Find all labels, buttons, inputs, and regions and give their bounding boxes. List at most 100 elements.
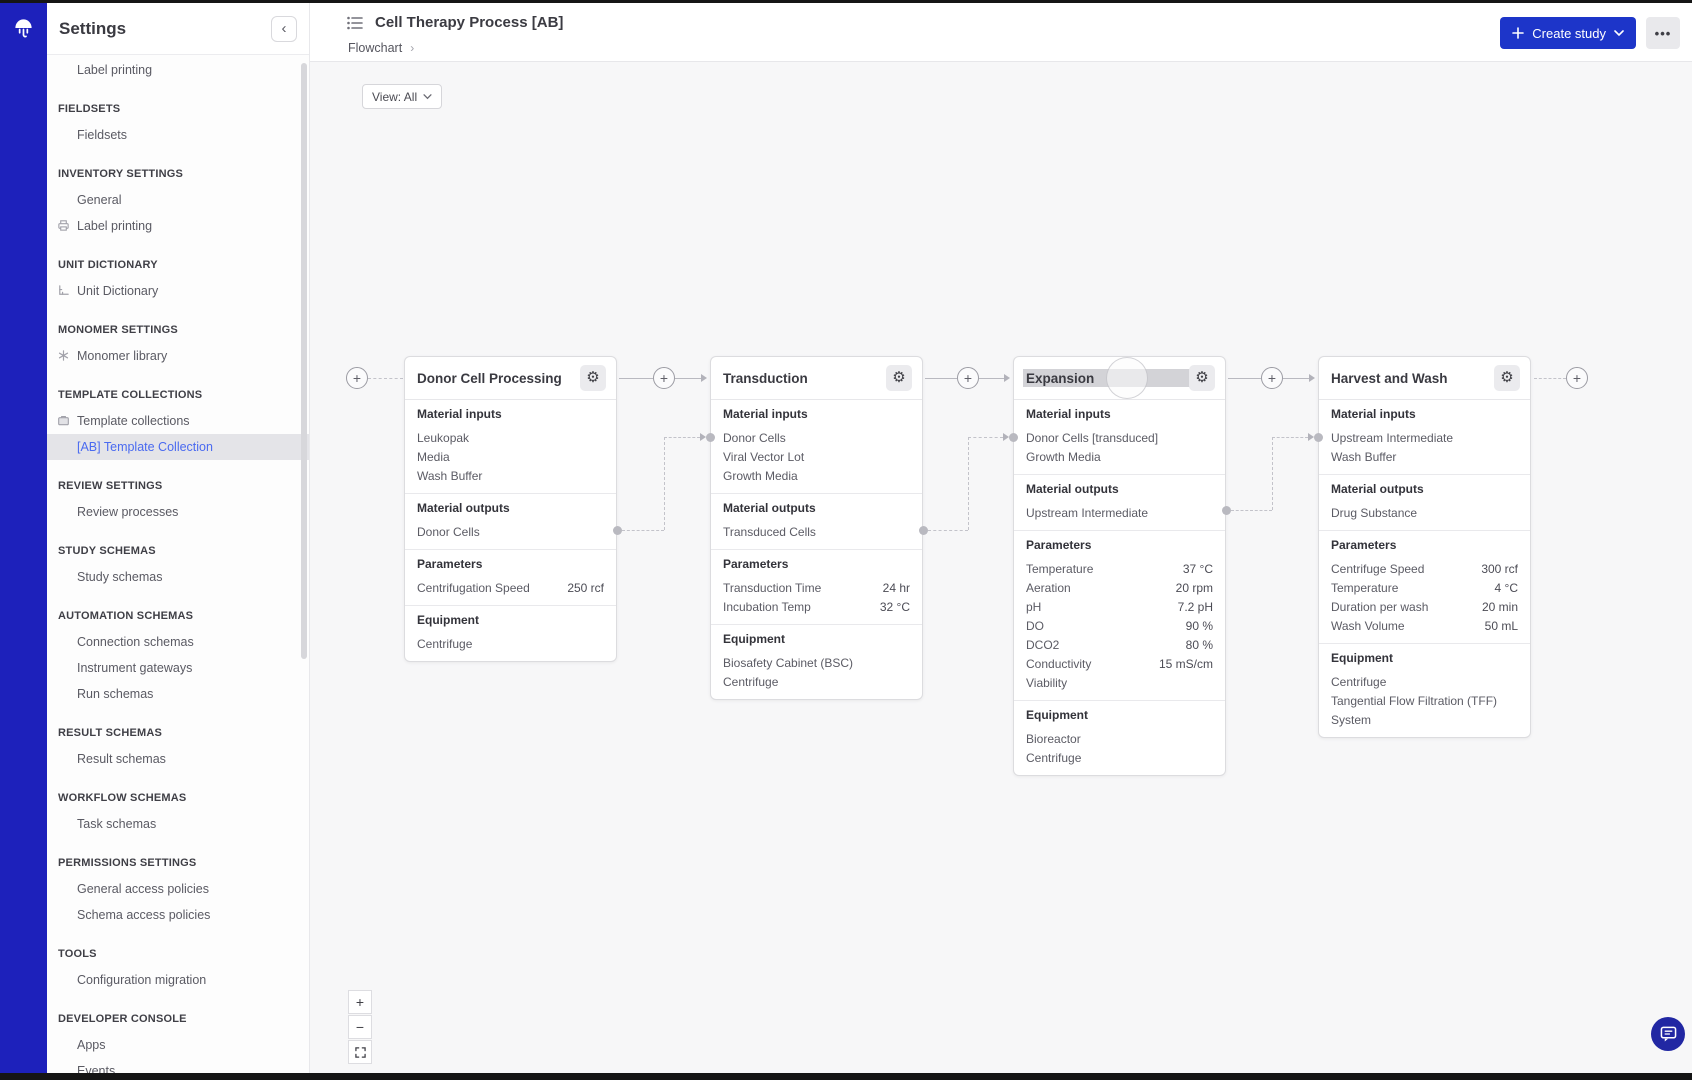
connector-line (979, 378, 1004, 379)
sidebar-item-template-collections[interactable]: Template collections (47, 408, 309, 434)
connector-dot (1221, 505, 1231, 515)
add-step-button[interactable]: + (957, 367, 979, 389)
node-title: Transduction (723, 370, 808, 386)
sidebar-item-schema-access-policies[interactable]: Schema access policies (47, 902, 309, 928)
help-chat-button[interactable] (1651, 1017, 1685, 1051)
fit-view-icon (354, 1046, 366, 1058)
sidebar-item-general[interactable]: General (47, 187, 309, 213)
node-row-viability: Viability (1026, 676, 1068, 690)
sidebar-item-review-processes[interactable]: Review processes (47, 499, 309, 525)
zoom-out-button[interactable]: − (348, 1015, 372, 1039)
node-section-parameters: Parameters Centrifuge Speed 300 rcf Tempera… (1319, 530, 1530, 643)
add-step-button[interactable]: + (653, 367, 675, 389)
node-row-temperature: Temperature 37 °C (1026, 562, 1213, 576)
node-row-drug-substance: Drug Substance (1331, 506, 1418, 520)
node-section-material-inputs: Material inputs Leukopak Media Wash Buffer (405, 400, 616, 493)
section-label: Parameters (1026, 538, 1092, 552)
connector-line (925, 378, 957, 379)
gear-icon[interactable]: ⚙ (886, 365, 912, 391)
gear-icon[interactable]: ⚙ (580, 365, 606, 391)
sidebar-group-tools: TOOLS (58, 948, 97, 960)
add-step-button[interactable]: + (1566, 367, 1588, 389)
create-study-button[interactable]: Create study (1500, 17, 1636, 49)
node-row-upstream-intermediate: Upstream Intermediate (1026, 506, 1149, 520)
sidebar-nav: Label printing FIELDSETS Fieldsets INVENTOR… (47, 55, 309, 1073)
node-row-aeration: Aeration 20 rpm (1026, 581, 1213, 595)
sidebar-item-ab-template-collection[interactable]: [AB] Template Collection (47, 434, 309, 460)
node-header: Transduction ⚙ (711, 357, 922, 399)
node-section-parameters: Parameters Temperature 37 °C Aeration 20 rpm… (1014, 530, 1225, 700)
sidebar-item-run-schemas[interactable]: Run schemas (47, 681, 309, 707)
arrowhead-icon (701, 374, 707, 382)
node-row-upstream-intermediate: Upstream Intermediate (1331, 431, 1454, 445)
node-section-parameters: Parameters Transduction Time 24 hr Incubati… (711, 549, 922, 624)
node-header: Expansion ⚙ (1014, 357, 1225, 399)
section-label: Equipment (417, 613, 479, 627)
section-label: Equipment (1331, 651, 1393, 665)
connector-line (1228, 378, 1261, 379)
connector-line (928, 530, 968, 531)
view-filter-dropdown[interactable]: View: All (362, 84, 443, 109)
sidebar-item-study-schemas[interactable]: Study schemas (47, 564, 309, 590)
sidebar-group-study-schemas: STUDY SCHEMAS (58, 545, 156, 557)
connector-line (368, 378, 403, 379)
sidebar-item-apps[interactable]: Apps (47, 1032, 309, 1058)
sidebar-item-monomer-library[interactable]: Monomer library (47, 343, 309, 369)
node-section-material-outputs: Material outputs Transduced Cells (711, 493, 922, 549)
more-options-button[interactable]: ••• (1646, 17, 1680, 49)
process-node-harvest-and-wash[interactable]: Harvest and Wash ⚙ Material inputs Upstream… (1318, 356, 1531, 738)
gear-icon[interactable]: ⚙ (1494, 365, 1520, 391)
benchling-logo-icon[interactable] (12, 17, 35, 43)
section-label: Material outputs (1026, 482, 1119, 496)
node-row-duration-per-wash: Duration per wash 20 min (1331, 600, 1518, 614)
add-step-button[interactable]: + (1261, 367, 1283, 389)
node-section-equipment: Equipment Bioreactor Centrifuge (1014, 700, 1225, 775)
sidebar-item-unit-dictionary[interactable]: Unit Dictionary (47, 278, 309, 304)
sidebar-item-label-printing[interactable]: Label printing (47, 213, 309, 239)
node-section-material-outputs: Material outputs Donor Cells (405, 493, 616, 549)
sidebar-collapse-button[interactable]: ‹ (271, 15, 297, 42)
sidebar-group-inventory-settings: INVENTORY SETTINGS (58, 168, 184, 180)
connector-line (1231, 510, 1272, 511)
node-row-media: Media (417, 450, 450, 464)
section-label: Parameters (1331, 538, 1397, 552)
add-step-button[interactable]: + (346, 367, 368, 389)
connector-line (1272, 437, 1308, 438)
node-row-dco2: DCO2 80 % (1026, 638, 1213, 652)
fit-view-button[interactable] (348, 1040, 372, 1064)
node-row-temperature: Temperature 4 °C (1331, 581, 1518, 595)
process-node-expansion[interactable]: Expansion ⚙ Material inputs Donor Cells [tr… (1013, 356, 1226, 776)
node-row-centrifuge-speed: Centrifuge Speed 300 rcf (1331, 562, 1518, 576)
sidebar-item-instrument-gateways[interactable]: Instrument gateways (47, 655, 309, 681)
sidebar-item-configuration-migration[interactable]: Configuration migration (47, 967, 309, 993)
gear-icon[interactable]: ⚙ (1189, 365, 1215, 391)
section-label: Equipment (1026, 708, 1088, 722)
process-node-donor-cell-processing[interactable]: Donor Cell Processing ⚙ Material inputs Leu… (404, 356, 617, 662)
sidebar-item-result-schemas[interactable]: Result schemas (47, 746, 309, 772)
node-row-wash-volume: Wash Volume 50 mL (1331, 619, 1518, 633)
breadcrumb-flowchart[interactable]: Flowchart (348, 41, 402, 55)
sidebar-item-task-schemas[interactable]: Task schemas (47, 811, 309, 837)
section-label: Parameters (417, 557, 483, 571)
node-row-growth-media: Growth Media (1026, 450, 1101, 464)
node-section-equipment: Equipment Centrifuge (405, 605, 616, 661)
zoom-in-button[interactable]: + (348, 990, 372, 1014)
sidebar-item-general-access-policies[interactable]: General access policies (47, 876, 309, 902)
sidebar-group-review-settings: REVIEW SETTINGS (58, 480, 163, 492)
process-node-transduction[interactable]: Transduction ⚙ Material inputs Donor Cells V… (710, 356, 923, 700)
sidebar-item-connection-schemas[interactable]: Connection schemas (47, 629, 309, 655)
sidebar-item-events[interactable]: Events (47, 1058, 309, 1073)
node-row-centrifugation-speed: Centrifugation Speed 250 rcf (417, 581, 604, 595)
node-row-transduced-cells: Transduced Cells (723, 525, 816, 539)
node-section-equipment: Equipment Centrifuge Tangential Flow Filtr… (1319, 643, 1530, 737)
node-body: Material inputs Upstream Intermediate Wash… (1319, 399, 1530, 737)
connector-line (1283, 378, 1309, 379)
node-row-incubation-temp: Incubation Temp 32 °C (723, 600, 910, 614)
cursor-ripple (1106, 357, 1148, 399)
sidebar-item-fieldsets[interactable]: Fieldsets (47, 122, 309, 148)
sidebar-scrollbar[interactable] (301, 63, 307, 659)
node-row-centrifuge: Centrifuge (1026, 751, 1082, 765)
sidebar-item-label-printing[interactable]: Label printing (47, 57, 309, 83)
sidebar-group-workflow-schemas: WORKFLOW SCHEMAS (58, 792, 187, 804)
node-section-material-outputs: Material outputs Upstream Intermediate (1014, 474, 1225, 530)
